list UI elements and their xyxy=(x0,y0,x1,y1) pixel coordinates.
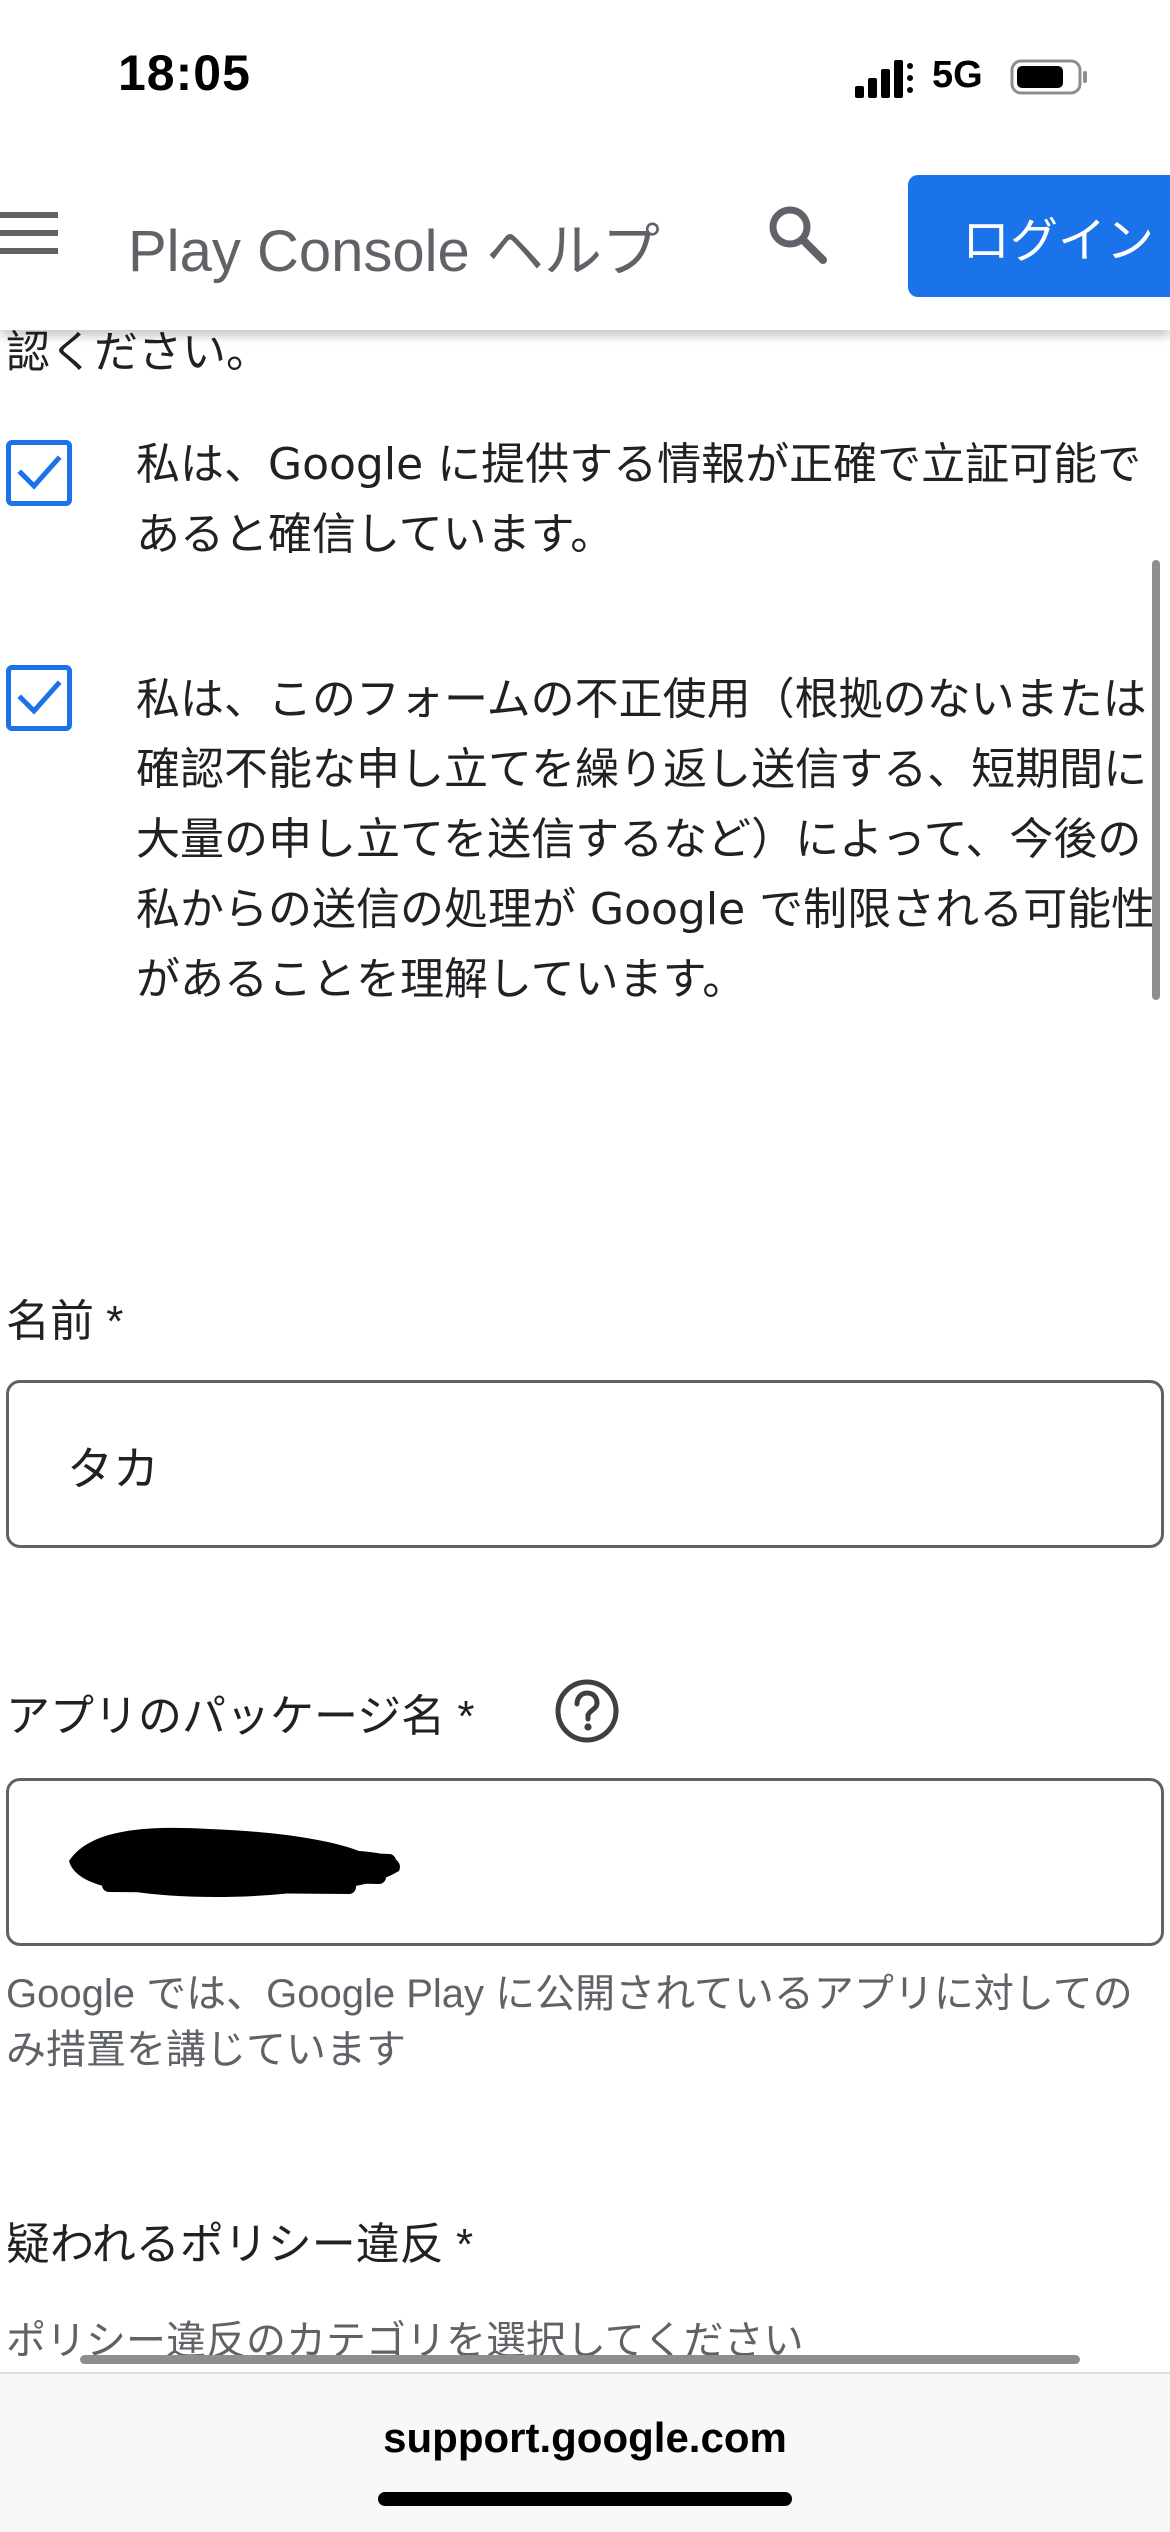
status-bar: 18:05 5G xyxy=(0,0,1170,140)
horizontal-scrollbar[interactable] xyxy=(80,2355,1080,2364)
status-time: 18:05 xyxy=(118,45,251,101)
screen: 認ください。 私は、Google に提供する情報が正確で立証可能であると確信して… xyxy=(0,0,1170,2532)
login-button[interactable]: ログイン xyxy=(908,175,1170,297)
help-icon[interactable] xyxy=(554,1678,620,1744)
package-helper-text: Google では、Google Play に公開されているアプリに対してのみ措… xyxy=(6,1972,1133,2072)
network-type: 5G xyxy=(932,54,983,96)
battery-icon xyxy=(1010,59,1087,95)
browser-address-bar[interactable]: support.google.com xyxy=(0,2372,1170,2532)
check-icon xyxy=(17,680,62,715)
package-field-label: アプリのパッケージ名 * xyxy=(6,1692,475,1741)
home-indicator[interactable] xyxy=(378,2492,792,2506)
menu-icon[interactable] xyxy=(0,210,58,256)
signal-icon xyxy=(855,60,913,98)
app-header: Play Console ヘルプ ログイン xyxy=(0,140,1170,330)
redaction-scribble xyxy=(69,1827,400,1897)
page-title[interactable]: Play Console ヘルプ xyxy=(128,204,660,288)
check-icon xyxy=(17,455,62,490)
search-icon[interactable] xyxy=(765,202,829,266)
name-input[interactable]: タカ xyxy=(6,1380,1164,1548)
name-field-label: 名前 * xyxy=(6,1297,124,1346)
url-text: support.google.com xyxy=(383,2414,787,2461)
policy-field-label: 疑われるポリシー違反 * xyxy=(6,2220,474,2269)
misuse-checkbox[interactable] xyxy=(6,665,72,731)
page-content: 認ください。 私は、Google に提供する情報が正確で立証可能であると確信して… xyxy=(0,0,1170,2532)
package-name-input[interactable] xyxy=(6,1778,1164,1946)
vertical-scrollbar[interactable] xyxy=(1152,560,1160,1000)
accuracy-checkbox-label: 私は、Google に提供する情報が正確で立証可能であると確信しています。 xyxy=(136,439,1142,560)
accuracy-checkbox[interactable] xyxy=(6,440,72,506)
misuse-checkbox-label: 私は、このフォームの不正使用（根拠のないまたは確認不能な申し立てを繰り返し送信す… xyxy=(136,674,1156,1005)
name-input-value: タカ xyxy=(67,1442,159,1496)
